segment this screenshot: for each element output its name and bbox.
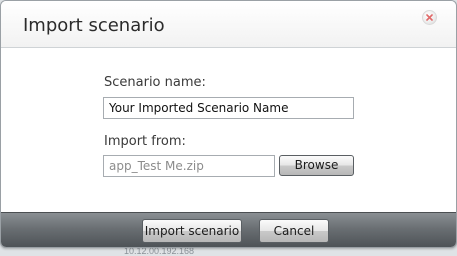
cancel-button[interactable]: Cancel [259,219,329,243]
scenario-name-label: Scenario name: [104,75,206,90]
browse-button[interactable]: Browse [279,155,354,176]
scenario-name-input[interactable] [103,97,354,119]
import-scenario-button[interactable]: Import scenario [142,219,242,243]
dialog-footer: Import scenario Cancel [1,212,456,247]
import-file-field[interactable] [103,155,275,177]
dialog-title: Import scenario [23,15,165,36]
dialog-titlebar: Import scenario [1,1,456,48]
import-scenario-dialog: Import scenario Scenario name: Import fr… [0,0,457,248]
import-from-label: Import from: [104,134,186,149]
close-icon[interactable] [422,10,437,25]
dialog-body: Scenario name: Import from: Browse [1,48,456,212]
